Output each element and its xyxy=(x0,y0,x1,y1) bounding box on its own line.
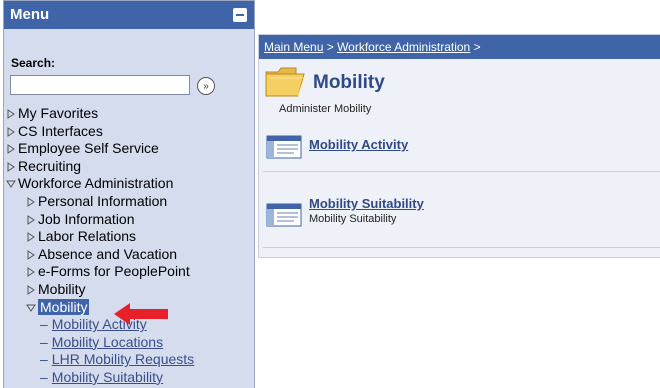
menu-item-label: Job Information xyxy=(38,210,135,227)
menu-item-label: Absence and Vacation xyxy=(38,245,178,262)
menu-item-label: Workforce Administration xyxy=(18,175,174,192)
menu-item-label: My Favorites xyxy=(18,105,99,121)
menu-item-e-forms[interactable]: e-Forms for PeoplePoint xyxy=(6,263,194,281)
menu-item-workforce-administration[interactable]: Workforce Administration xyxy=(6,175,194,193)
search-input[interactable] xyxy=(10,75,190,95)
menu-item-label: e-Forms for PeoplePoint xyxy=(38,263,190,280)
menu-item-label: CS Interfaces xyxy=(18,122,103,139)
menu-item-my-favorites[interactable]: My Favorites xyxy=(6,105,194,123)
menu-item-employee-self-service[interactable]: Employee Self Service xyxy=(6,140,194,158)
mobility-suitability-link[interactable]: Mobility Suitability xyxy=(309,196,424,211)
red-arrow-icon xyxy=(114,303,168,325)
breadcrumb-main-menu[interactable]: Main Menu xyxy=(264,40,323,54)
dash-glyph: – xyxy=(40,351,48,368)
search-label: Search: xyxy=(11,56,56,70)
menu-tree: My Favorites CS Interfaces Employee Self… xyxy=(6,105,194,387)
menu-item-mobility-suitability[interactable]: – Mobility Suitability xyxy=(6,369,194,387)
mobility-activity-link[interactable]: Mobility Activity xyxy=(309,137,408,152)
triangle-down-icon xyxy=(6,179,16,189)
page-title: Mobility xyxy=(313,72,385,93)
menu-item-job-information[interactable]: Job Information xyxy=(6,211,194,229)
breadcrumb-separator: > xyxy=(470,40,481,54)
dash-glyph: – xyxy=(40,316,48,333)
component-icon xyxy=(266,203,302,227)
dash-glyph: – xyxy=(40,333,48,350)
menu-item-label: Personal Information xyxy=(38,192,168,209)
menu-item-recruiting[interactable]: Recruiting xyxy=(6,158,194,176)
menu-item-label: Employee Self Service xyxy=(18,140,159,157)
menu-item-label: LHR Mobility Requests xyxy=(51,351,195,368)
menu-item-label: Mobility xyxy=(38,280,86,297)
menu-item-label: Labor Relations xyxy=(38,228,137,245)
navigation-menu: Menu Search: » My Favorites CS Interface… xyxy=(3,0,255,388)
triangle-down-icon xyxy=(26,303,36,313)
triangle-right-icon xyxy=(26,285,36,295)
divider xyxy=(263,171,660,172)
triangle-right-icon xyxy=(26,214,36,225)
dash-glyph: – xyxy=(40,368,48,385)
divider xyxy=(263,247,660,248)
triangle-right-icon xyxy=(6,109,16,119)
menu-item-label-selected: Mobility xyxy=(38,298,90,315)
collapse-icon[interactable] xyxy=(233,8,247,22)
mobility-suitability-description: Mobility Suitability xyxy=(309,213,397,225)
menu-item-cs-interfaces[interactable]: CS Interfaces xyxy=(6,123,194,141)
folder-icon xyxy=(265,67,305,97)
breadcrumb-workforce-administration[interactable]: Workforce Administration xyxy=(337,40,470,54)
menu-item-mobility-locations[interactable]: – Mobility Locations xyxy=(6,334,194,352)
menu-item-labor-relations[interactable]: Labor Relations xyxy=(6,228,194,246)
menu-header: Menu xyxy=(4,1,254,29)
triangle-right-icon xyxy=(26,249,36,260)
menu-item-label: Recruiting xyxy=(18,157,82,174)
menu-item-absence-and-vacation[interactable]: Absence and Vacation xyxy=(6,246,194,264)
menu-item-personal-information[interactable]: Personal Information xyxy=(6,193,194,211)
triangle-right-icon xyxy=(26,197,36,207)
triangle-right-icon xyxy=(26,232,36,243)
menu-item-mobility-collapsed[interactable]: Mobility xyxy=(6,281,194,299)
triangle-right-icon xyxy=(26,267,36,278)
menu-item-label: Mobility Locations xyxy=(51,333,164,350)
triangle-right-icon xyxy=(6,144,16,155)
component-icon xyxy=(266,135,302,159)
triangle-right-icon xyxy=(6,126,16,137)
breadcrumb: Main Menu > Workforce Administration > xyxy=(259,35,660,59)
menu-title: Menu xyxy=(10,6,50,23)
search-go-icon[interactable]: » xyxy=(197,77,215,95)
breadcrumb-separator: > xyxy=(323,40,338,54)
triangle-right-icon xyxy=(6,161,16,172)
page-description: Administer Mobility xyxy=(279,103,372,115)
menu-item-label: Mobility Suitability xyxy=(51,368,164,385)
menu-item-lhr-mobility-requests[interactable]: – LHR Mobility Requests xyxy=(6,351,194,369)
content-panel: Main Menu > Workforce Administration > M… xyxy=(258,34,660,258)
